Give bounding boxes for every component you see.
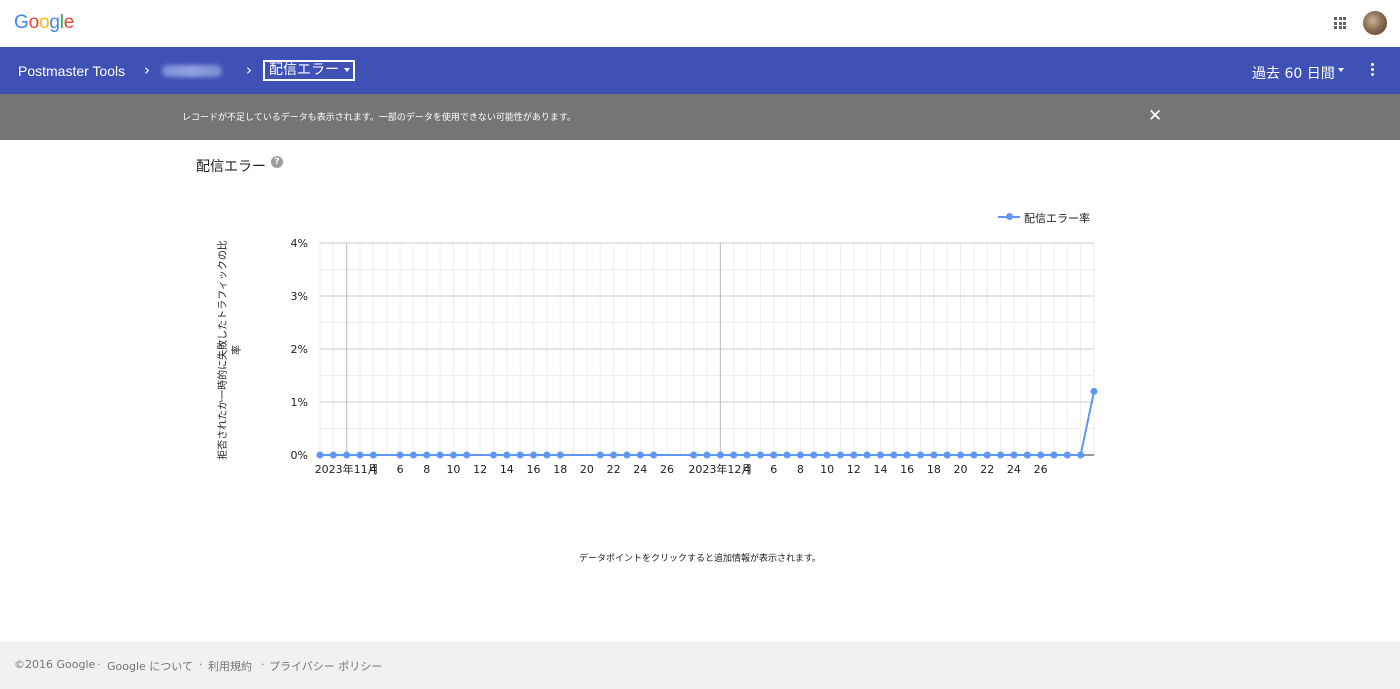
- data-point[interactable]: [796, 451, 804, 459]
- data-point[interactable]: [463, 451, 471, 459]
- x-tick-label: 14: [873, 463, 887, 476]
- x-tick-label: 10: [820, 463, 834, 476]
- delivery-error-chart: 0%1%2%3%4%2023年11月4 6 8 10 12 14 16 18 20 22 24 26 2…: [291, 237, 1098, 476]
- data-point[interactable]: [1050, 451, 1058, 459]
- data-point[interactable]: [329, 451, 337, 459]
- x-tick-label: 12: [847, 463, 861, 476]
- data-point[interactable]: [396, 451, 404, 459]
- x-tick-label: 16: [527, 463, 541, 476]
- x-tick-label: 20: [954, 463, 968, 476]
- data-point[interactable]: [543, 451, 551, 459]
- data-point[interactable]: [1037, 451, 1045, 459]
- data-point[interactable]: [623, 451, 631, 459]
- data-point[interactable]: [983, 451, 991, 459]
- data-point[interactable]: [743, 451, 751, 459]
- x-tick-label: 18: [553, 463, 567, 476]
- data-point[interactable]: [770, 451, 778, 459]
- footer: ©2016 Google · Google について · 利用規約 · プライバ…: [0, 642, 1400, 689]
- data-point[interactable]: [436, 451, 444, 459]
- x-tick-label: 4: [370, 463, 377, 476]
- data-point[interactable]: [957, 451, 965, 459]
- data-point[interactable]: [876, 451, 884, 459]
- data-point[interactable]: [516, 451, 524, 459]
- data-point[interactable]: [556, 451, 564, 459]
- x-tick-label: 26: [1034, 463, 1048, 476]
- data-point[interactable]: [503, 451, 511, 459]
- data-point[interactable]: [1077, 451, 1085, 459]
- x-tick-label: 6: [397, 463, 404, 476]
- data-point[interactable]: [530, 451, 538, 459]
- data-point[interactable]: [1010, 451, 1018, 459]
- data-point[interactable]: [1023, 451, 1031, 459]
- data-point[interactable]: [1063, 451, 1071, 459]
- y-tick-label: 1%: [291, 396, 308, 409]
- data-point[interactable]: [890, 451, 898, 459]
- data-point[interactable]: [836, 451, 844, 459]
- data-point[interactable]: [369, 451, 377, 459]
- data-point[interactable]: [823, 451, 831, 459]
- click-hint: データポイントをクリックすると追加情報が表示されます。: [578, 554, 822, 564]
- y-tick-label: 0%: [291, 449, 308, 462]
- data-point[interactable]: [943, 451, 951, 459]
- data-point[interactable]: [596, 451, 604, 459]
- x-tick-label: 18: [927, 463, 941, 476]
- x-tick-label: 22: [980, 463, 994, 476]
- data-point[interactable]: [449, 451, 457, 459]
- data-point[interactable]: [997, 451, 1005, 459]
- data-point[interactable]: [970, 451, 978, 459]
- footer-separator: ·: [97, 658, 101, 671]
- data-point[interactable]: [343, 451, 351, 459]
- data-point[interactable]: [810, 451, 818, 459]
- x-tick-label: 24: [1007, 463, 1021, 476]
- x-tick-label: 4: [744, 463, 751, 476]
- data-point[interactable]: [917, 451, 925, 459]
- data-point[interactable]: [756, 451, 764, 459]
- y-tick-label: 2%: [291, 343, 308, 356]
- x-tick-label: 8: [797, 463, 804, 476]
- x-tick-label: 10: [446, 463, 460, 476]
- data-point[interactable]: [690, 451, 698, 459]
- footer-link-privacy[interactable]: プライバシー ポリシー: [269, 658, 382, 674]
- data-point[interactable]: [716, 451, 724, 459]
- data-point[interactable]: [730, 451, 738, 459]
- data-point[interactable]: [903, 451, 911, 459]
- data-point[interactable]: [783, 451, 791, 459]
- data-point[interactable]: [703, 451, 711, 459]
- footer-copyright: ©2016 Google: [14, 658, 96, 671]
- data-point[interactable]: [1090, 387, 1098, 395]
- y-tick-label: 3%: [291, 290, 308, 303]
- x-tick-label: 24: [633, 463, 647, 476]
- data-point[interactable]: [930, 451, 938, 459]
- data-point[interactable]: [423, 451, 431, 459]
- x-tick-label: 20: [580, 463, 594, 476]
- data-point[interactable]: [850, 451, 858, 459]
- x-tick-label: 12: [473, 463, 487, 476]
- data-point[interactable]: [636, 451, 644, 459]
- data-point[interactable]: [489, 451, 497, 459]
- x-tick-label: 26: [660, 463, 674, 476]
- x-tick-label: 8: [423, 463, 430, 476]
- x-tick-label: 22: [607, 463, 621, 476]
- footer-separator: ·: [199, 658, 203, 671]
- data-point[interactable]: [863, 451, 871, 459]
- x-tick-label: 16: [900, 463, 914, 476]
- data-point[interactable]: [409, 451, 417, 459]
- data-point[interactable]: [316, 451, 324, 459]
- data-point[interactable]: [356, 451, 364, 459]
- x-tick-label: 6: [770, 463, 777, 476]
- footer-separator: ·: [261, 658, 265, 671]
- data-point[interactable]: [610, 451, 618, 459]
- x-tick-label: 14: [500, 463, 514, 476]
- y-tick-label: 4%: [291, 237, 308, 250]
- footer-link-terms[interactable]: 利用規約: [208, 658, 252, 674]
- footer-link-about[interactable]: Google について: [107, 658, 193, 674]
- data-point[interactable]: [650, 451, 658, 459]
